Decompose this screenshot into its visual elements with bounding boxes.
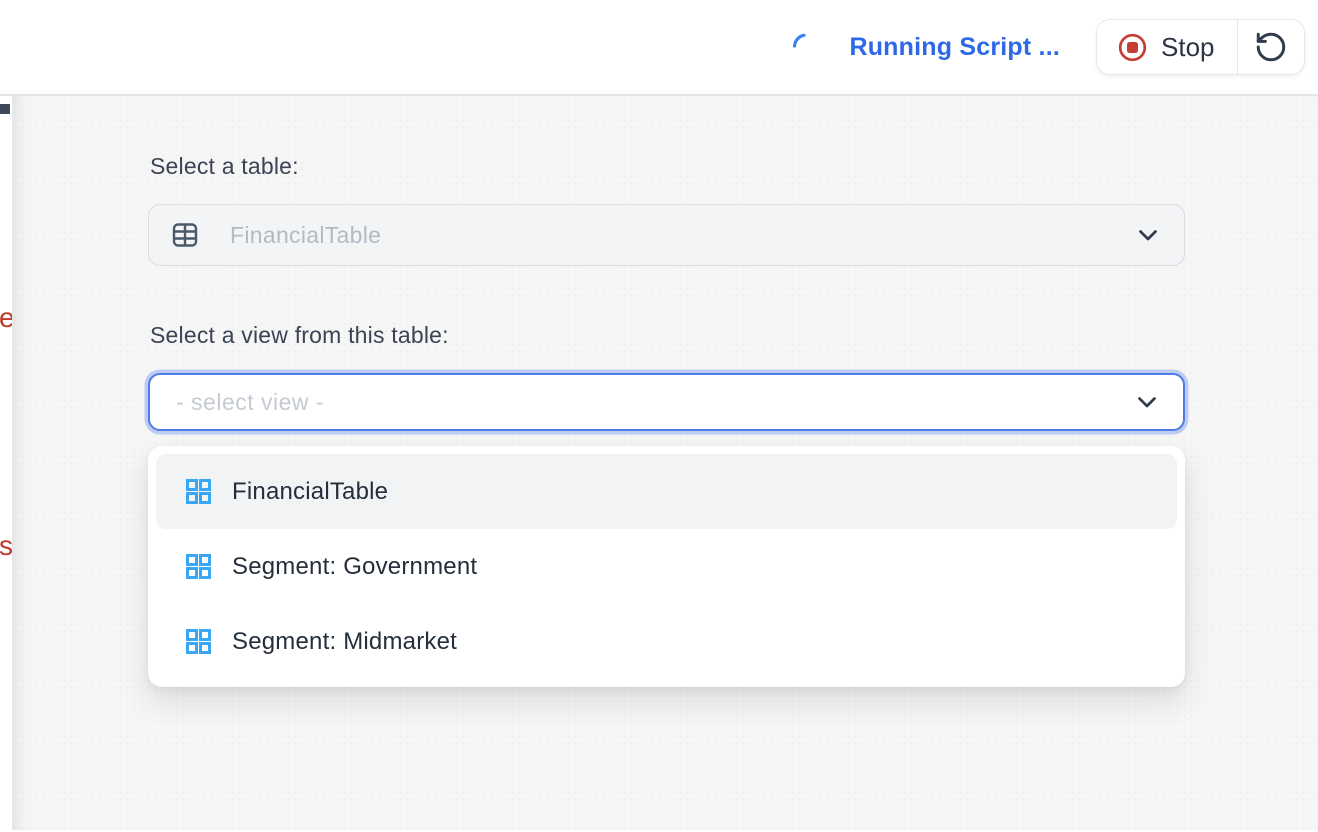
view-select-placeholder: - select view -: [176, 389, 324, 416]
header-button-group: Stop: [1096, 19, 1305, 75]
menu-item-label: Segment: Midmarket: [232, 628, 457, 656]
chevron-down-icon: [1137, 396, 1157, 409]
left-clipped-panel: e s.: [0, 96, 12, 830]
view-select[interactable]: - select view -: [148, 373, 1185, 431]
stop-button[interactable]: Stop: [1097, 20, 1237, 74]
main-panel: Select a table: FinancialTable: [12, 96, 1318, 830]
table-select-label: Select a table:: [150, 153, 1185, 180]
menu-item-segment-midmarket[interactable]: Segment: Midmarket: [156, 604, 1177, 679]
rotate-ccw-icon: [1254, 30, 1288, 64]
chevron-down-icon: [1138, 229, 1158, 242]
header-bar: Running Script ... Stop: [0, 0, 1318, 96]
clipped-error-text-fragment: s.: [0, 532, 12, 560]
view-select-dropdown-menu: FinancialTable Segment: Government: [148, 446, 1185, 687]
stop-icon: [1117, 32, 1148, 63]
running-script-status: Running Script ...: [849, 33, 1060, 62]
table-select[interactable]: FinancialTable: [148, 204, 1185, 266]
content-region: e s. Select a table: FinancialTable: [0, 96, 1318, 830]
grid-icon: [185, 628, 212, 655]
menu-item-label: Segment: Government: [232, 553, 477, 581]
clipped-dark-element: [0, 104, 10, 114]
table-icon: [171, 221, 199, 249]
stop-button-label: Stop: [1161, 32, 1215, 63]
table-select-value: FinancialTable: [230, 222, 381, 249]
loading-spinner-icon: [791, 32, 821, 62]
menu-item-financialtable[interactable]: FinancialTable: [156, 454, 1177, 529]
clipped-error-text-fragment: e: [0, 304, 12, 332]
grid-icon: [185, 553, 212, 580]
menu-item-label: FinancialTable: [232, 478, 388, 506]
view-select-label: Select a view from this table:: [150, 322, 1185, 349]
table-view-form: Select a table: FinancialTable: [148, 96, 1185, 687]
reset-button[interactable]: [1238, 20, 1304, 74]
menu-item-segment-government[interactable]: Segment: Government: [156, 529, 1177, 604]
grid-icon: [185, 478, 212, 505]
